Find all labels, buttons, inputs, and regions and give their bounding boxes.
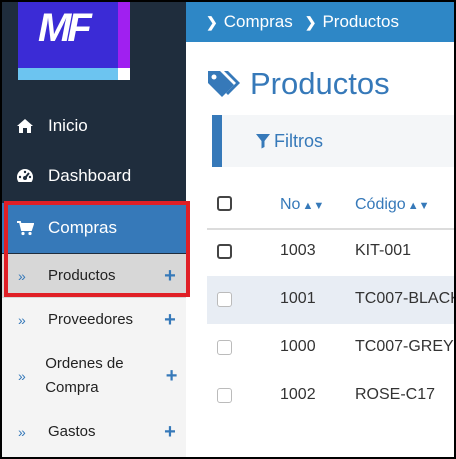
column-header-codigo[interactable]: Código ▲▼ <box>355 196 429 214</box>
row-checkbox[interactable] <box>217 340 232 355</box>
sort-icon: ▲▼ <box>407 200 430 212</box>
table-row[interactable]: 1002 ROSE-C17 <box>207 372 454 420</box>
breadcrumb-item-productos: Productos <box>322 12 399 31</box>
submenu-item-label: Gastos <box>48 423 96 440</box>
cell-codigo: ROSE-C17 <box>355 386 436 403</box>
submenu-item-ordenes-de-compra[interactable]: » Ordenes de Compra + <box>2 342 186 410</box>
sidebar-item-inicio[interactable]: Inicio <box>2 101 186 151</box>
page-title: Productos <box>206 66 390 102</box>
double-chevron-icon: » <box>18 424 26 440</box>
table-header: No ▲▼ Código ▲▼ <box>207 182 454 230</box>
home-icon <box>14 118 36 134</box>
sort-icon: ▲▼ <box>302 200 325 212</box>
cell-no: 1000 <box>280 338 316 355</box>
submenu-item-label: Proveedores <box>48 311 134 328</box>
filters-label: Filtros <box>274 130 323 151</box>
table-row[interactable]: 1001 TC007-BLACK <box>207 276 454 324</box>
row-checkbox[interactable] <box>217 244 232 259</box>
chevron-right-icon: ❯ <box>304 13 317 30</box>
filter-icon <box>256 133 270 149</box>
highlight-box <box>4 201 190 297</box>
cell-codigo: TC007-GREY <box>355 338 454 355</box>
submenu-item-proveedores[interactable]: » Proveedores + <box>2 298 186 342</box>
double-chevron-icon: » <box>18 368 26 384</box>
sidebar-item-label: Dashboard <box>48 166 132 185</box>
sidebar-item-label: Inicio <box>48 116 88 135</box>
sidebar-item-dashboard[interactable]: Dashboard <box>2 151 186 201</box>
add-proveedores-button[interactable]: + <box>162 309 178 332</box>
tags-icon <box>206 69 242 99</box>
app-window: MF Inicio Dashboard Compras » Productos <box>2 2 454 457</box>
page-title-text: Productos <box>250 66 390 101</box>
breadcrumb-item-compras[interactable]: Compras <box>224 12 293 32</box>
cell-no: 1001 <box>280 290 316 307</box>
dashboard-icon <box>14 167 36 185</box>
add-orden-de-compra-button[interactable]: + <box>165 365 178 388</box>
logo-text: MF <box>38 6 92 50</box>
logo[interactable]: MF <box>18 2 130 80</box>
cell-no: 1003 <box>280 242 316 259</box>
cell-codigo: TC007-BLACK <box>355 290 454 307</box>
row-checkbox[interactable] <box>217 292 232 307</box>
double-chevron-icon: » <box>18 312 26 328</box>
select-all-checkbox[interactable] <box>217 196 232 211</box>
add-gasto-button[interactable]: + <box>162 421 178 444</box>
table-row[interactable]: 1000 TC007-GREY <box>207 324 454 372</box>
table-row[interactable]: 1003 KIT-001 <box>207 228 454 276</box>
cell-codigo: KIT-001 <box>355 242 412 259</box>
breadcrumb: ❯ Compras ❯ Productos <box>186 2 454 42</box>
cell-no: 1002 <box>280 386 316 403</box>
submenu-item-label: Ordenes de Compra <box>45 355 124 396</box>
filters-panel-toggle[interactable]: Filtros <box>212 115 454 167</box>
column-header-no[interactable]: No ▲▼ <box>280 196 324 214</box>
row-checkbox[interactable] <box>217 388 232 403</box>
submenu-item-gastos[interactable]: » Gastos + <box>2 410 186 454</box>
chevron-right-icon: ❯ <box>206 13 218 30</box>
